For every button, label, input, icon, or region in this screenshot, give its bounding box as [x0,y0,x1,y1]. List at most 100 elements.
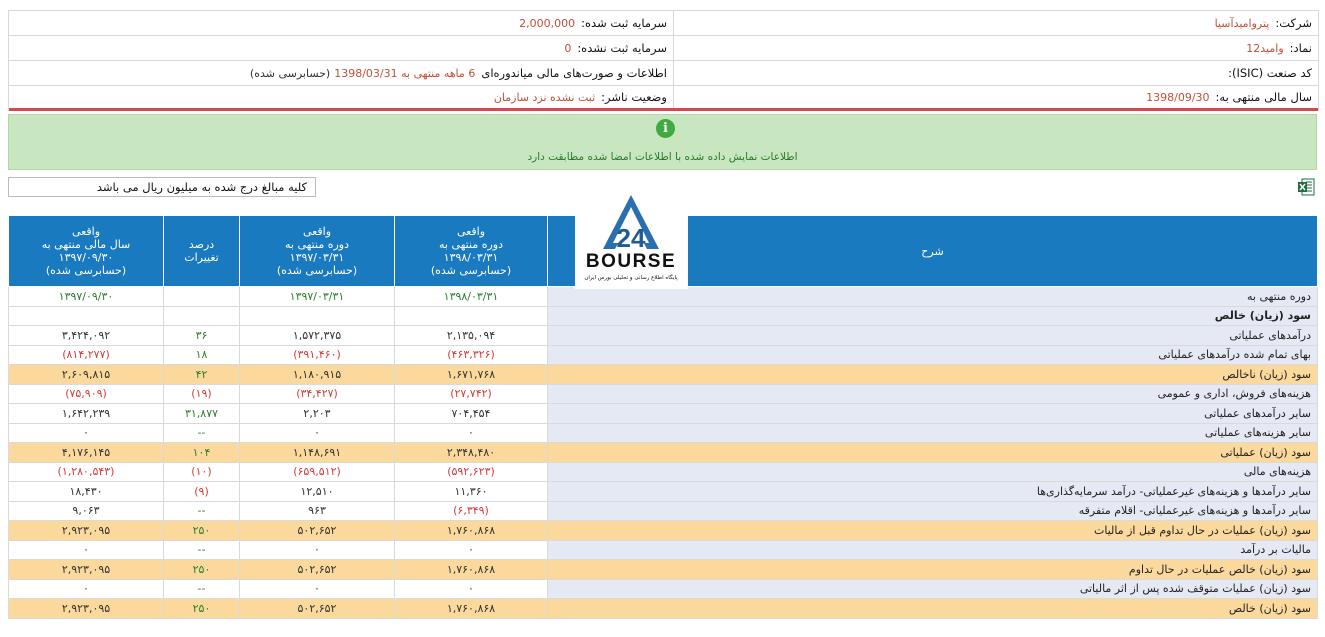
table-row: ۳,۴۲۴,۰۹۲ ۳۶ ۱,۵۷۲,۳۷۵ ۲,۱۳۵,۰۹۴ درآمدهای عم… [8,325,1318,346]
bourse24-logo: 24 BOURSE پایگاه اطلاع رسانی و تحلیلی بو… [575,191,688,289]
publisher-status-label: وضعیت ناشر: [601,90,667,104]
table-row: سود (زیان) خالص [8,305,1318,326]
col-header-line: ۱۳۹۷/۰۳/۳۱ [289,251,345,264]
registered-capital-value: 2,000,000 [519,16,576,30]
col-header-line: (حسابرسی شده) [45,264,127,277]
change-percent-cell: -- [163,539,240,560]
fiscal-year-value-cell: (۸۱۴,۲۷۷) [8,344,164,365]
isic-label: کد صنعت (ISIC): [1228,66,1312,80]
col-header-line: (حسابرسی شده) [430,264,512,277]
row-description: سود (زیان) ناخالص [547,364,1318,385]
change-percent-cell: ۳۶ [163,325,240,346]
table-row: ۴,۱۷۶,۱۴۵ ۱۰۴ ۱,۱۴۸,۶۹۱ ۲,۳۴۸,۴۸۰ سود (زیان)… [8,442,1318,463]
fiscal-year-label: سال مالی منتهی به: [1215,90,1312,104]
unit-note: کلیه مبالغ درج شده به میلیون ریال می باش… [8,177,316,197]
period-1397-value-cell: ۰ [239,539,395,560]
table-row: ۰ -- ۰ ۰ سود (زیان) عملیات متوقف شده پس از ا… [8,578,1318,599]
company-cell: شرکت: پتروامیدآسیا [673,11,1318,35]
company-name[interactable]: پتروامیدآسیا [1215,17,1270,30]
symbol-value[interactable]: وامید12 [1246,42,1283,55]
row-description: مالیات بر درآمد [547,539,1318,560]
period-1397-value-cell: (۶۵۹,۵۱۲) [239,461,395,482]
fiscal-year-value-cell: ۰ [8,422,164,443]
col-header-period-1398[interactable]: واقعی دوره منتهی به ۱۳۹۸/۰۳/۳۱ (حسابرسی … [394,215,548,287]
excel-export-icon[interactable] [1297,178,1315,196]
change-percent-cell: ۴۲ [163,364,240,385]
fiscal-year-value-cell: ۰ [8,539,164,560]
period-1398-value-cell: ۱۳۹۸/۰۳/۳۱ [394,286,548,307]
report-period-value: 6 ماهه منتهی به 1398/03/31 [334,66,476,80]
row-description: دوره منتهی به [547,286,1318,307]
period-1397-value-cell: ۵۰۲,۶۵۲ [239,559,395,580]
row-description: درآمدهای عملیاتی [547,325,1318,346]
fiscal-year-value-cell: (۷۵,۹۰۹) [8,383,164,404]
logo-subtitle: پایگاه اطلاع رسانی و تحلیلی بورس ایران [584,274,678,281]
period-1398-value-cell: ۲,۳۴۸,۴۸۰ [394,442,548,463]
fiscal-year-value-cell: ۲,۶۰۹,۸۱۵ [8,364,164,385]
period-1398-value-cell: ۱,۶۷۱,۷۶۸ [394,364,548,385]
period-1398-value-cell: ۰ [394,539,548,560]
row-description: سایر درآمدها و هزینه‌های غیرعملیاتی- درآ… [547,481,1318,502]
change-percent-cell [163,286,240,307]
fiscal-year-value-cell [8,305,164,326]
change-percent-cell: ۲۵۰ [163,598,240,619]
table-row: ۲,۹۲۳,۰۹۵ ۲۵۰ ۵۰۲,۶۵۲ ۱,۷۶۰,۸۶۸ سود (زیان) خ… [8,598,1318,619]
period-1398-value-cell: (۴۶۳,۳۲۶) [394,344,548,365]
table-row: (۱,۲۸۰,۵۴۳) (۱۰) (۶۵۹,۵۱۲) (۵۹۲,۶۲۳) هزینه‌ه… [8,461,1318,482]
fiscal-year-value-cell: ۲,۹۲۳,۰۹۵ [8,598,164,619]
registered-capital-cell: سرمایه ثبت شده: 2,000,000 [9,11,673,35]
change-percent-cell: ۳۱,۸۷۷ [163,403,240,424]
company-label: شرکت: [1275,16,1312,30]
fiscal-year-value-cell: ۱,۶۴۲,۲۳۹ [8,403,164,424]
change-percent-cell: -- [163,500,240,521]
period-1397-value-cell: ۱۳۹۷/۰۳/۳۱ [239,286,395,307]
table-row: ۲,۹۲۳,۰۹۵ ۲۵۰ ۵۰۲,۶۵۲ ۱,۷۶۰,۸۶۸ سود (زیان) ع… [8,520,1318,541]
change-percent-cell: ۱۰۴ [163,442,240,463]
change-percent-cell: -- [163,422,240,443]
period-1398-value-cell: ۱,۷۶۰,۸۶۸ [394,520,548,541]
period-1397-value-cell: ۵۰۲,۶۵۲ [239,520,395,541]
row-description: سود (زیان) خالص [547,598,1318,619]
logo-mark: 24 BOURSE پایگاه اطلاع رسانی و تحلیلی بو… [584,195,678,281]
table-row: ۰ -- ۰ ۰ سایر هزینه‌های عملیاتی [8,422,1318,443]
change-percent-cell: (۱۰) [163,461,240,482]
fiscal-year-value-cell: ۱۸,۴۳۰ [8,481,164,502]
period-1398-value-cell: ۱,۷۶۰,۸۶۸ [394,598,548,619]
fiscal-year-value: 1398/09/30 [1146,90,1210,104]
registered-capital-label: سرمایه ثبت شده: [581,16,667,30]
period-1398-value-cell: ۷۰۴,۴۵۴ [394,403,548,424]
fiscal-year-value-cell: ۴,۱۷۶,۱۴۵ [8,442,164,463]
fiscal-year-value-cell: ۳,۴۲۴,۰۹۲ [8,325,164,346]
period-1398-value-cell: ۲,۱۳۵,۰۹۴ [394,325,548,346]
col-header-line: واقعی [71,225,101,238]
change-percent-cell: ۲۵۰ [163,559,240,580]
change-percent-cell: ۱۸ [163,344,240,365]
col-header-fiscal-year[interactable]: واقعی سال مالی منتهی به ۱۳۹۷/۰۹/۳۰ (حساب… [8,215,164,287]
period-1397-value-cell [239,305,395,326]
row-description: سایر درآمدها و هزینه‌های غیرعملیاتی- اقل… [547,500,1318,521]
change-percent-cell: (۹) [163,481,240,502]
info-row-symbol: نماد: وامید12 سرمایه ثبت نشده: 0 [9,36,1318,61]
fiscal-year-value-cell: ۲,۹۲۳,۰۹۵ [8,559,164,580]
period-1398-value-cell: ۱۱,۳۶۰ [394,481,548,502]
report-type-label: اطلاعات و صورت‌های مالی میاندوره‌ای [481,66,667,80]
col-header-line: درصد [188,238,215,251]
table-row: ۱۸,۴۳۰ (۹) ۱۲,۵۱۰ ۱۱,۳۶۰ سایر درآمدها و هزین… [8,481,1318,502]
fiscal-year-cell: سال مالی منتهی به: 1398/09/30 [673,86,1318,108]
change-percent-cell: (۱۹) [163,383,240,404]
info-row-isic: کد صنعت (ISIC): اطلاعات و صورت‌های مالی … [9,61,1318,86]
publisher-status-cell: وضعیت ناشر: ثبت نشده نزد سازمان [9,86,673,108]
info-row-company: شرکت: پتروامیدآسیا سرمایه ثبت شده: 2,000… [9,11,1318,36]
table-row: ۲,۶۰۹,۸۱۵ ۴۲ ۱,۱۸۰,۹۱۵ ۱,۶۷۱,۷۶۸ سود (زیان) … [8,364,1318,385]
table-row: ۲,۹۲۳,۰۹۵ ۲۵۰ ۵۰۲,۶۵۲ ۱,۷۶۰,۸۶۸ سود (زیان) خ… [8,559,1318,580]
row-description: سایر هزینه‌های عملیاتی [547,422,1318,443]
publisher-status-value: ثبت نشده نزد سازمان [493,90,596,104]
col-header-line: واقعی [456,225,486,238]
period-1397-value-cell: (۳۹۱,۴۶۰) [239,344,395,365]
col-header-line: سال مالی منتهی به [41,238,131,251]
report-type-cell: اطلاعات و صورت‌های مالی میاندوره‌ای 6 ما… [9,61,673,85]
report-audit-status: (حسابرسی شده) [249,66,331,80]
col-header-period-1397[interactable]: واقعی دوره منتهی به ۱۳۹۷/۰۳/۳۱ (حسابرسی … [239,215,395,287]
verification-notice: i اطلاعات نمایش داده شده با اطلاعات امضا… [8,114,1317,170]
col-header-change-percent[interactable]: درصد تغییرات [163,215,240,287]
